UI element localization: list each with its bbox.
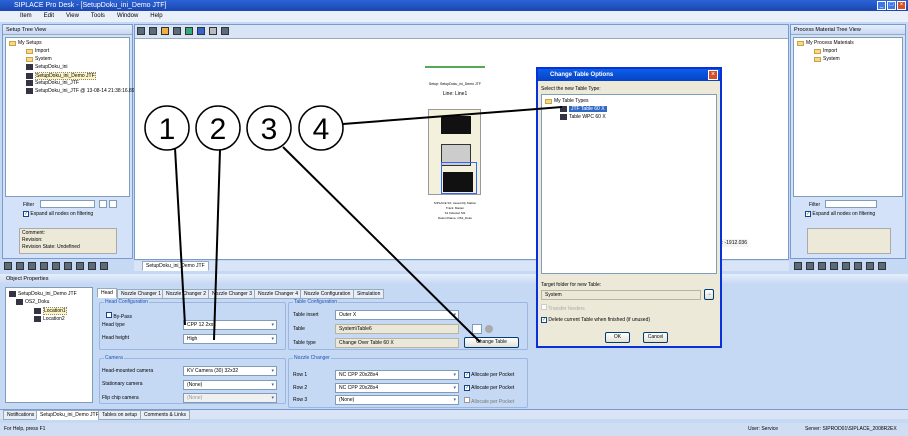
callout-overlay: 1 2 3 4 <box>144 105 563 343</box>
callout-line-3 <box>282 146 481 343</box>
callout-line-4 <box>342 106 563 125</box>
callout-line-2 <box>213 149 221 341</box>
callout-number: 2 <box>210 113 227 146</box>
callout-number: 3 <box>261 113 278 146</box>
callout-line-1 <box>174 147 186 326</box>
callout-number: 4 <box>313 113 330 146</box>
callout-number: 1 <box>159 113 176 146</box>
